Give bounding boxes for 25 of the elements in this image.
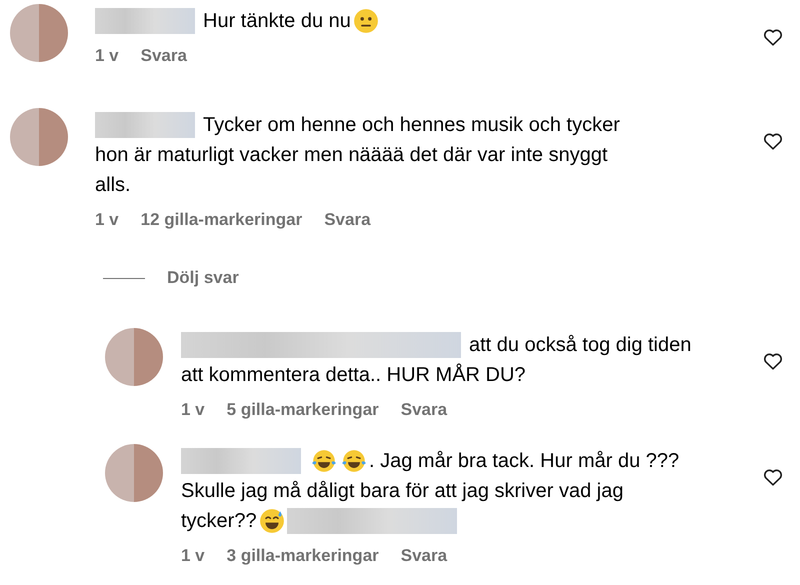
laughing-face-icon bbox=[311, 448, 337, 474]
reply-link[interactable]: Svara bbox=[140, 46, 187, 66]
comment-text: hon är maturligt vacker men nääää det där var inte snyggt bbox=[95, 143, 608, 168]
reply-link[interactable]: Svara bbox=[400, 400, 448, 420]
comment-text: Skulle jag må dåligt bara för att jag skriver vad jag bbox=[181, 479, 624, 504]
time-label: 1 v bbox=[95, 210, 119, 230]
hide-replies-link[interactable]: Dölj svar bbox=[167, 268, 239, 288]
time-label: 1 v bbox=[95, 46, 119, 66]
sweat-smile-icon bbox=[258, 508, 285, 534]
neutral-face-icon bbox=[352, 8, 379, 34]
likes-link[interactable]: 12 gilla-markeringar bbox=[140, 210, 302, 230]
comment-text: att kommentera detta.. HUR MÅR DU? bbox=[181, 362, 526, 388]
time-label: 1 v bbox=[181, 400, 205, 420]
comment-text: Tycker om henne och hennes musik och tycker bbox=[203, 113, 620, 138]
likes-link[interactable]: 3 gilla-markeringar bbox=[226, 546, 379, 566]
time-label: 1 v bbox=[181, 546, 205, 566]
reply-link[interactable]: Svara bbox=[400, 546, 448, 566]
likes-link[interactable]: 5 gilla-markeringar bbox=[226, 400, 379, 420]
comment-text: . Jag mår bra tack. Hur mår du ??? bbox=[369, 449, 680, 474]
comment-text: alls. bbox=[95, 173, 131, 198]
comment-text: Hur tänkte du nu bbox=[203, 9, 351, 34]
comment-text: tycker?? bbox=[181, 509, 257, 534]
reply-link[interactable]: Svara bbox=[324, 210, 371, 230]
comment-text: att du också tog dig tiden bbox=[469, 333, 692, 358]
laughing-face-icon bbox=[341, 448, 367, 474]
